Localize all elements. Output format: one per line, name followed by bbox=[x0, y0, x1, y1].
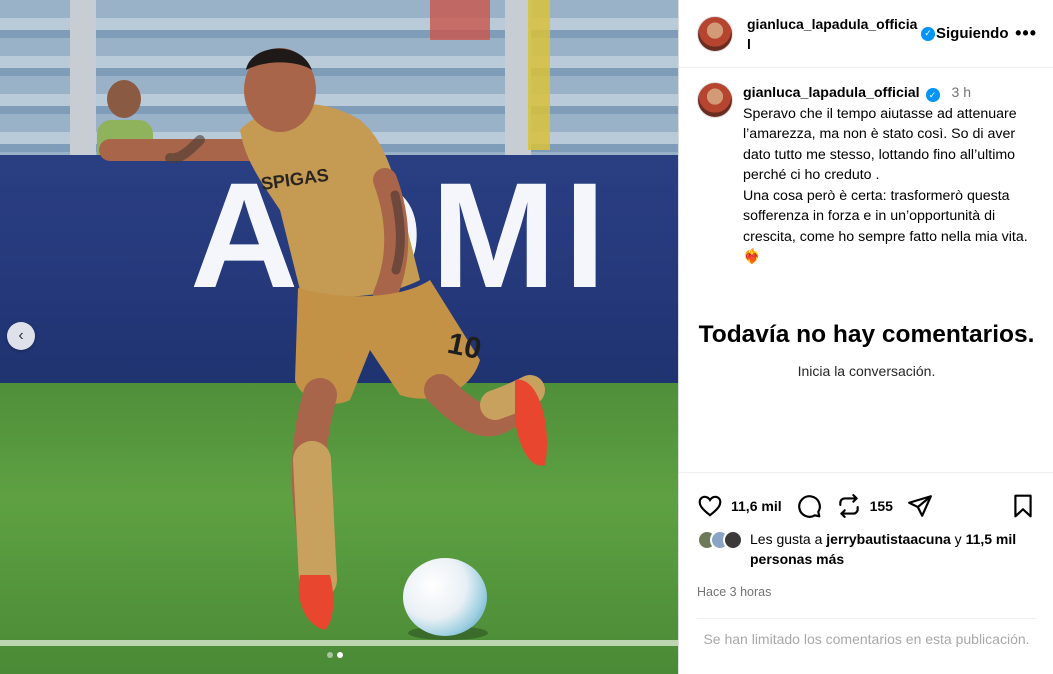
comment-button[interactable] bbox=[796, 493, 822, 519]
chevron-left-icon[interactable]: ‹ bbox=[7, 322, 35, 350]
avatar[interactable] bbox=[697, 15, 733, 52]
verified-badge-icon: ✓ bbox=[921, 26, 935, 41]
bookmark-icon bbox=[1014, 494, 1032, 518]
liker-username[interactable]: jerrybautistaacuna bbox=[826, 531, 951, 547]
post-header: gianluca_lapadula_official ✓ Siguiendo •… bbox=[679, 0, 1053, 68]
caption-text: Speravo che il tempo aiutasse ad attenua… bbox=[743, 105, 1028, 245]
repost-button[interactable]: 155 bbox=[836, 493, 893, 519]
post-actions-section: 11,6 mil 155 Les gusta a jerrybautistaac… bbox=[679, 472, 1053, 599]
carousel-dot-active bbox=[337, 652, 343, 658]
paper-plane-icon bbox=[908, 495, 932, 517]
empty-comments-title: Todavía no hay comentarios. bbox=[698, 321, 1035, 348]
heart-icon bbox=[698, 495, 722, 517]
share-button[interactable] bbox=[907, 493, 933, 519]
following-button[interactable]: Siguiendo bbox=[936, 25, 1009, 42]
empty-comments-subtitle: Inicia la conversación. bbox=[797, 363, 936, 379]
likes-summary: Les gusta a jerrybautistaacuna y 11,5 mi… bbox=[697, 529, 1036, 569]
post-caption: gianluca_lapadula_official ✓ 3 h Speravo… bbox=[679, 68, 1053, 268]
avatar[interactable] bbox=[697, 82, 733, 118]
post-sidebar: gianluca_lapadula_official ✓ Siguiendo •… bbox=[678, 0, 1053, 674]
football bbox=[403, 558, 487, 636]
comments-limited-notice: Se han limitado los comentarios en esta … bbox=[697, 618, 1036, 650]
liker-avatar[interactable] bbox=[723, 530, 743, 550]
svg-text:10: 10 bbox=[445, 327, 485, 366]
comment-bubble-icon bbox=[797, 495, 821, 518]
comments-empty-state: Todavía no hay comentarios. Inicia la co… bbox=[679, 318, 1053, 379]
more-options-icon[interactable]: ••• bbox=[1015, 23, 1037, 44]
verified-badge-icon: ✓ bbox=[925, 88, 940, 103]
likes-text[interactable]: Les gusta a jerrybautistaacuna y 11,5 mi… bbox=[750, 529, 1036, 569]
heart-on-fire-emoji: ❤‍🔥 bbox=[743, 249, 761, 265]
like-button[interactable]: 11,6 mil bbox=[697, 493, 782, 519]
repost-icon bbox=[838, 494, 859, 518]
post-media[interactable]: AOMI 10 SPI bbox=[0, 0, 678, 674]
carousel-dots bbox=[327, 652, 343, 658]
football-player: 10 SPIGAS bbox=[99, 48, 547, 630]
post-timestamp[interactable]: Hace 3 horas bbox=[697, 585, 1036, 599]
caption-username[interactable]: gianluca_lapadula_official bbox=[743, 85, 920, 101]
carousel-dot bbox=[327, 652, 333, 658]
action-bar: 11,6 mil 155 bbox=[697, 473, 1036, 535]
save-button[interactable] bbox=[1010, 493, 1036, 519]
like-count[interactable]: 11,6 mil bbox=[731, 498, 782, 514]
caption-timestamp[interactable]: 3 h bbox=[952, 84, 971, 100]
repost-count[interactable]: 155 bbox=[870, 498, 893, 514]
header-username[interactable]: gianluca_lapadula_official bbox=[747, 14, 921, 54]
